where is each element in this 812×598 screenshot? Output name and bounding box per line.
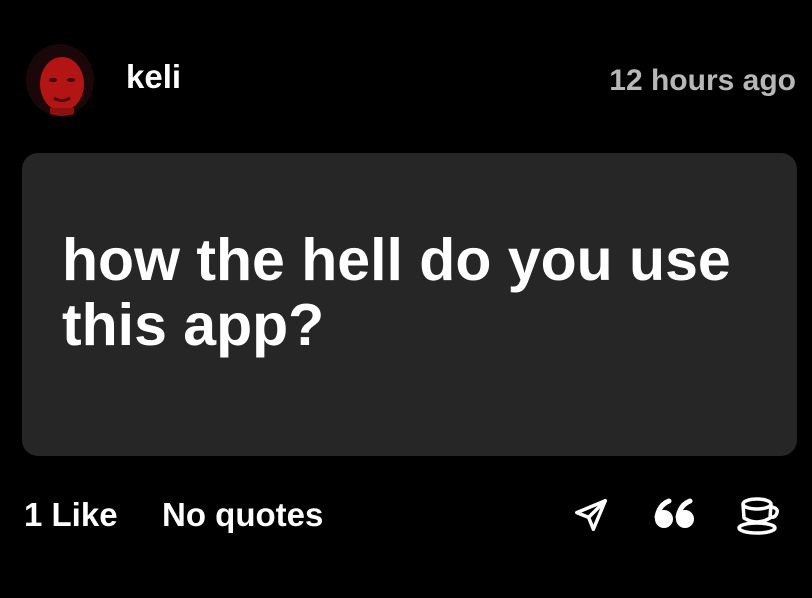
- post-footer: 1 Like No quotes: [0, 480, 812, 550]
- avatar-image: [24, 40, 100, 116]
- quote-button[interactable]: [650, 490, 700, 540]
- coffee-button[interactable]: [734, 490, 784, 540]
- username[interactable]: keli: [126, 58, 181, 96]
- quotes-count[interactable]: No quotes: [162, 496, 323, 534]
- send-icon: [575, 499, 607, 531]
- avatar[interactable]: [24, 40, 100, 116]
- quote-icon: [654, 498, 694, 528]
- coffee-cup-icon: [737, 497, 779, 535]
- likes-count[interactable]: 1 Like: [24, 496, 118, 534]
- post-text: how the hell do you use this app?: [62, 227, 731, 358]
- send-button[interactable]: [566, 490, 616, 540]
- post-card[interactable]: how the hell do you use this app?: [22, 153, 797, 456]
- post-timestamp: 12 hours ago: [609, 64, 796, 97]
- post-header: keli 12 hours ago: [0, 0, 812, 140]
